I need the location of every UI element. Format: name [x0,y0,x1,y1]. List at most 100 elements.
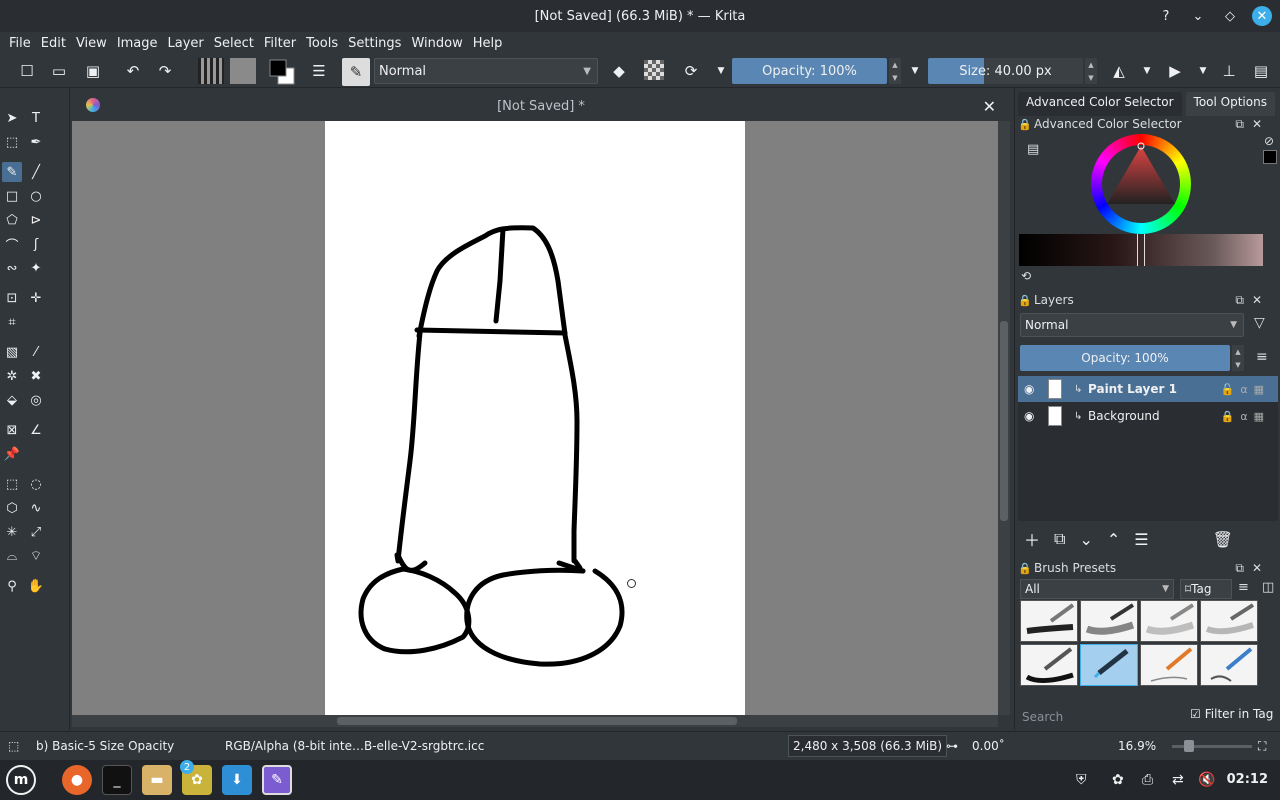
mint-menu-icon[interactable]: m [6,765,36,795]
menu-icon[interactable]: ≡ [1238,580,1249,595]
polygon-select-icon[interactable]: ⬡ [2,498,22,518]
color-picker-icon[interactable]: ⁄ [26,342,46,362]
layer-blend-select[interactable]: Normal ▼ [1020,313,1244,337]
vertical-scroll-thumb[interactable] [1000,321,1008,521]
color-wheel[interactable] [1091,134,1191,234]
chevron-down-icon[interactable]: ▼ [1136,60,1158,82]
line-tool-icon[interactable]: ╱ [26,162,46,182]
calligraphy-icon[interactable]: ✒ [26,132,46,152]
rectangle-tool-icon[interactable]: □ [2,186,22,206]
fg-bg-color-icon[interactable] [268,58,296,86]
menu-select[interactable]: Select [209,36,259,51]
bezier-select-icon[interactable]: ⌓ [2,546,22,566]
brush-preset[interactable] [1140,600,1198,642]
workspace-icon[interactable]: ▤ [1250,60,1272,82]
minimize-icon[interactable]: ⌄ [1188,6,1208,26]
panel-float-close-icon[interactable]: ⧉✕ [1235,561,1270,576]
assistant-tool-icon[interactable]: ⊠ [2,420,22,440]
menu-help[interactable]: Help [468,36,508,51]
polyline-tool-icon[interactable]: ⊳ [26,210,46,230]
color-settings-icon[interactable]: ▤ [1027,142,1039,157]
measure-tool-icon[interactable]: ∠ [26,420,46,440]
save-icon[interactable]: ▣ [82,60,104,82]
brush-preset[interactable] [1140,644,1198,686]
colorize-mask-icon[interactable]: ✖ [26,366,46,386]
horizontal-scrollbar[interactable] [72,715,998,727]
maximize-icon[interactable]: ◇ [1220,6,1240,26]
magnetic-select-icon[interactable]: ⌔ [26,546,46,566]
brush-settings-icon[interactable]: ☰ [308,60,330,82]
brush-tag-button[interactable]: ⌑ Tag [1180,579,1232,599]
reference-tool-icon[interactable]: 📌 [2,444,22,464]
mirror-horizontal-icon[interactable]: ◭ [1108,60,1130,82]
menu-image[interactable]: Image [112,36,163,51]
text-tool-icon[interactable]: T [26,108,46,128]
close-document-icon[interactable]: ✕ [983,97,996,116]
chevron-down-icon[interactable]: ▼ [1192,60,1214,82]
pattern-selector-icon[interactable] [230,58,256,84]
menu-window[interactable]: Window [406,36,467,51]
rect-select-icon[interactable]: ⬚ [2,474,22,494]
layer-row[interactable]: ◉ ↳ Paint Layer 1 🔓α▦ [1018,376,1278,402]
close-icon[interactable]: ✕ [1252,6,1272,26]
zoom-slider-knob[interactable] [1184,740,1194,752]
lock-icon[interactable]: 🔒 [1018,562,1034,575]
no-color-icon[interactable]: ⊘ [1264,134,1274,148]
eye-icon[interactable]: ◉ [1024,409,1034,423]
bezier-tool-icon[interactable]: ⌒ [2,234,22,254]
filter-in-tag-checkbox[interactable]: ☑ Filter in Tag [1190,707,1273,721]
lock-icon[interactable]: 🔒 [1018,294,1034,307]
terminal-icon[interactable]: _ [102,765,132,795]
move-up-icon[interactable]: ⌃ [1107,530,1120,549]
zoom-slider[interactable] [1172,740,1252,752]
tab-tool-options[interactable]: Tool Options [1185,92,1275,116]
contiguous-select-icon[interactable]: ✳ [2,522,22,542]
color-triangle[interactable] [1091,134,1191,234]
value-strip-marker[interactable] [1137,234,1145,266]
eraser-icon[interactable]: ◆ [608,60,630,82]
vertical-scrollbar[interactable] [998,121,1010,715]
smart-patch-icon[interactable]: ✲ [2,366,22,386]
ellipse-select-icon[interactable]: ◌ [26,474,46,494]
eye-icon[interactable]: ◉ [1024,382,1034,396]
menu-settings[interactable]: Settings [343,36,406,51]
move-tool-icon[interactable]: ✛ [26,288,46,308]
layer-opacity-slider[interactable]: Opacity: 100% [1020,345,1230,371]
horizontal-scroll-thumb[interactable] [337,717,737,725]
enclose-fill-icon[interactable]: ◎ [26,390,46,410]
firefox-icon[interactable]: ● [62,765,92,795]
similar-select-icon[interactable]: ⤢ [26,522,46,542]
canvas-paper[interactable] [325,121,745,715]
view-mode-icon[interactable]: ◫ [1262,580,1274,595]
value-gradient-strip[interactable] [1019,234,1263,266]
delete-layer-icon[interactable]: 🗑 [1213,530,1233,549]
menu-edit[interactable]: Edit [36,36,71,51]
refresh-icon[interactable]: ⟲ [1021,269,1031,283]
size-spinner[interactable]: ▲ ▼ [1085,58,1097,84]
opacity-spinner[interactable]: ▲ ▼ [889,58,901,84]
panel-float-close-icon[interactable]: ⧉✕ [1235,293,1270,308]
add-layer-icon[interactable]: ＋ [1024,527,1040,551]
menu-view[interactable]: View [71,36,112,51]
brush-preset[interactable] [1200,600,1258,642]
brush-preset[interactable] [1080,600,1138,642]
menu-tools[interactable]: Tools [301,36,343,51]
fill-tool-icon[interactable]: ⬙ [2,390,22,410]
brush-preset[interactable] [1020,644,1078,686]
krita-icon[interactable]: ✎ [262,765,292,795]
undo-icon[interactable]: ↶ [122,60,144,82]
menu-layer[interactable]: Layer [163,36,209,51]
opacity-slider[interactable]: Opacity: 100% [732,58,887,84]
menu-file[interactable]: File [4,36,36,51]
open-folder-icon[interactable]: ▭ [48,60,70,82]
freehand-brush-icon[interactable]: ✎ [2,162,22,182]
lock-icon[interactable]: 🔒 [1018,118,1034,131]
crop-tool-icon[interactable]: ⌗ [2,312,22,332]
files-icon[interactable]: ▬ [142,765,172,795]
help-icon[interactable]: ? [1156,6,1176,26]
document-tab[interactable]: [Not Saved] * ✕ [72,92,1010,120]
transform-tool-icon[interactable]: ⊡ [2,288,22,308]
menu-filter[interactable]: Filter [259,36,301,51]
dynamic-brush-icon[interactable]: ∾ [2,258,22,278]
polygon-tool-icon[interactable]: ⬠ [2,210,22,230]
